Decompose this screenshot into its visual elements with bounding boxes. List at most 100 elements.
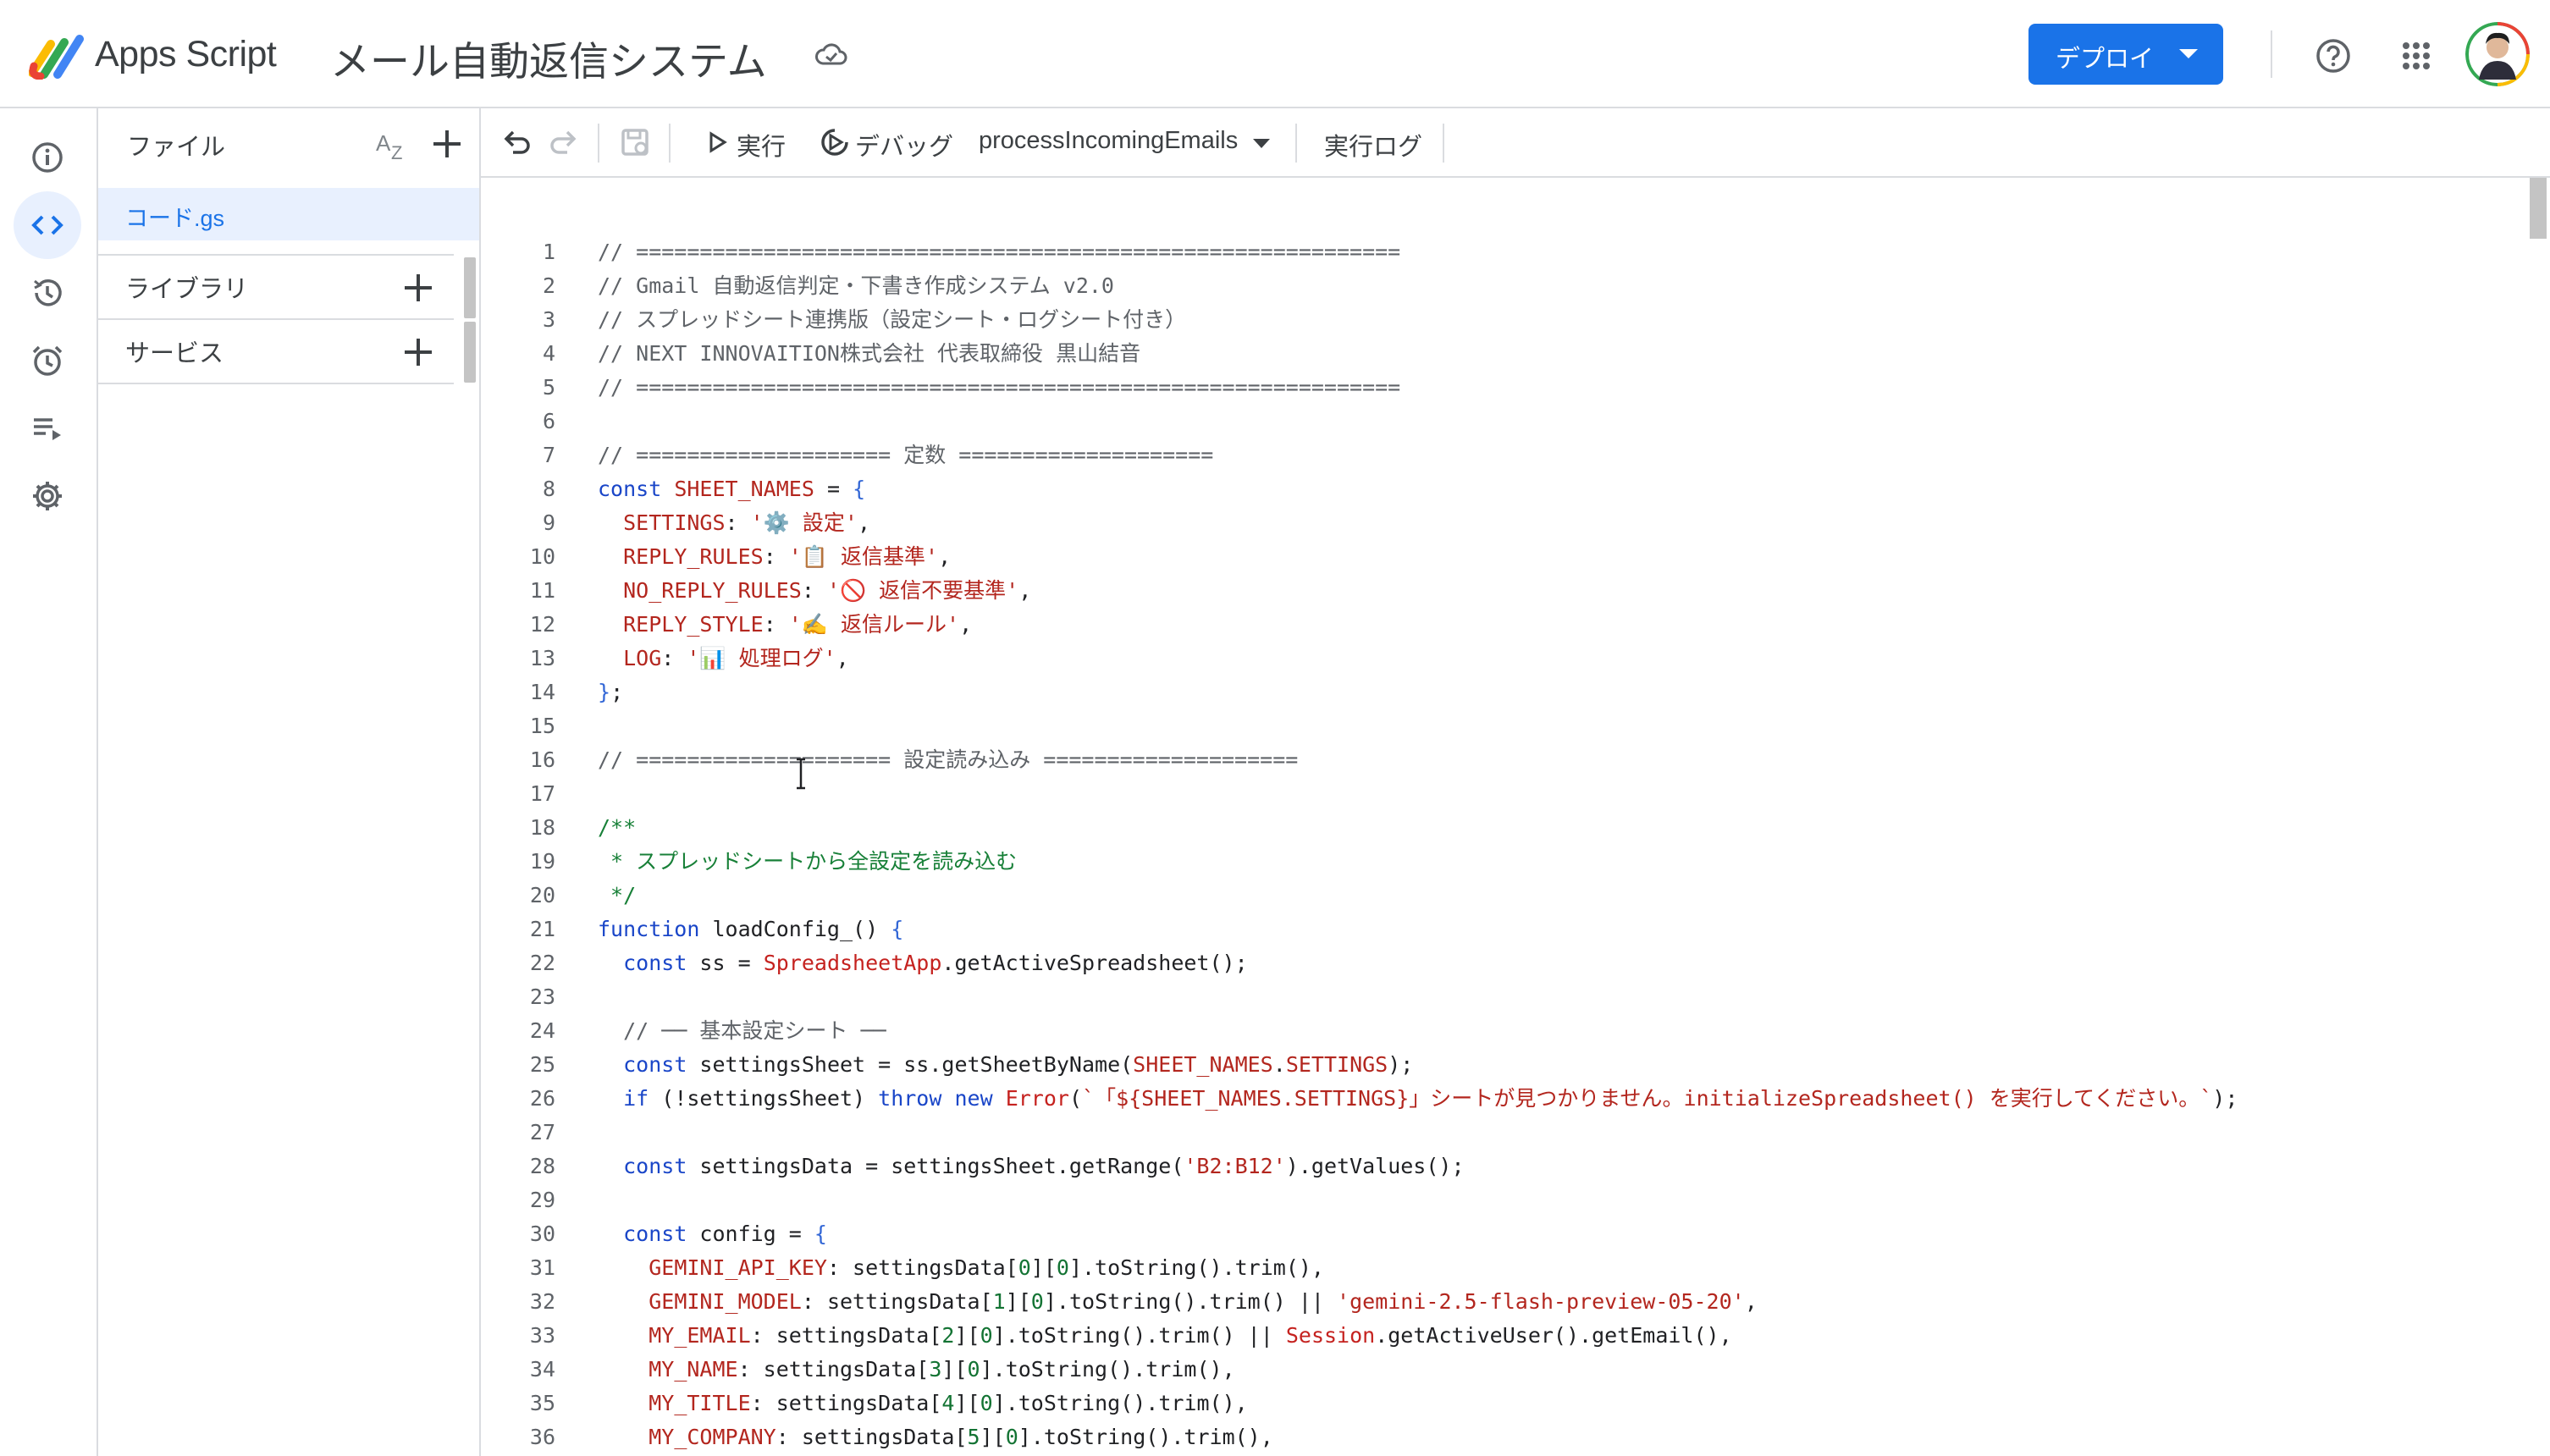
code-line[interactable]: 14}; [481,676,623,709]
code-text[interactable]: const settingsSheet = ss.getSheetByName(… [598,1048,1413,1082]
code-line[interactable]: 2 // Gmail 自動返信判定・下書き作成システム v2.0 [481,269,1114,303]
code-line[interactable]: 1 // ====================================… [481,235,1400,269]
debug-button[interactable]: デバッグ [855,127,953,163]
deploy-button[interactable]: デプロイ [2028,24,2223,85]
services-scrollbar[interactable] [464,322,476,383]
code-text[interactable]: if (!settingsSheet) throw new Error(`「${… [598,1082,2238,1116]
file-item-code-gs[interactable]: コード.gs [98,188,479,240]
project-history-button[interactable] [14,259,81,327]
run-icon[interactable] [704,125,731,159]
avatar[interactable] [2465,22,2530,86]
app-name[interactable]: Apps Script [95,34,277,75]
code-text[interactable]: GEMINI_MODEL: settingsData[1][0].toStrin… [598,1285,1758,1319]
code-text[interactable]: // NEXT INNOVAITION株式会社 代表取締役 黒山結音 [598,337,1140,371]
add-file-icon[interactable] [428,125,466,163]
code-line[interactable]: 29 [481,1183,555,1217]
code-text[interactable]: MY_NAME: settingsData[3][0].toString().t… [598,1353,1234,1387]
code-text[interactable]: // =====================================… [598,371,1400,405]
code-text[interactable]: GEMINI_API_KEY: settingsData[0][0].toStr… [598,1251,1324,1285]
debug-icon[interactable] [818,125,852,159]
help-icon[interactable] [2315,37,2352,74]
code-line[interactable]: 12 REPLY_STYLE: '✍️ 返信ルール', [481,608,972,642]
code-line[interactable]: 10 REPLY_RULES: '📋 返信基準', [481,540,951,574]
editor-scrollbar[interactable] [2530,178,2547,239]
code-text[interactable]: // ==================== 設定読み込み =========… [598,743,1298,777]
add-service-icon[interactable] [401,335,435,369]
code-line[interactable]: 25 const settingsSheet = ss.getSheetByNa… [481,1048,1413,1082]
code-text[interactable]: // =====================================… [598,235,1400,269]
chevron-down-icon[interactable] [1253,139,1270,148]
code-text[interactable]: // ── 基本設定シート ── [598,1014,886,1048]
code-text[interactable]: /** [598,811,636,845]
services-label[interactable]: サービス [125,334,224,369]
code-text[interactable]: MY_COMPANY: settingsData[5][0].toString(… [598,1420,1273,1454]
overview-button[interactable] [14,124,81,191]
code-lines[interactable]: 1 // ====================================… [481,235,2238,1456]
code-line[interactable]: 3 // スプレッドシート連携版（設定シート・ログシート付き） [481,303,1186,337]
code-text[interactable]: LOG: '📊 処理ログ', [598,642,849,676]
run-button[interactable]: 実行 [737,127,786,163]
code-line[interactable]: 30 const config = { [481,1217,827,1251]
code-line[interactable]: 6 [481,405,555,438]
project-title[interactable]: メール自動返信システム [330,29,767,87]
code-text[interactable]: NO_REPLY_RULES: '🚫 返信不要基準', [598,574,1031,608]
code-line[interactable]: 5 // ====================================… [481,371,1400,405]
code-line[interactable]: 21 function loadConfig_() { [481,913,903,946]
libraries-label[interactable]: ライブラリ [125,269,248,305]
code-line[interactable]: 35 MY_TITLE: settingsData[4][0].toString… [481,1387,1248,1420]
code-text[interactable]: * スプレッドシートから全設定を読み込む [598,845,1017,879]
code-line[interactable]: 33 MY_EMAIL: settingsData[2][0].toString… [481,1319,1732,1353]
code-text[interactable]: const SHEET_NAMES = { [598,472,865,506]
code-line[interactable]: 9 SETTINGS: '⚙️ 設定', [481,506,870,540]
code-line[interactable]: 22 const ss = SpreadsheetApp.getActiveSp… [481,946,1248,980]
code-line[interactable]: 11 NO_REPLY_RULES: '🚫 返信不要基準', [481,574,1031,608]
triggers-button[interactable] [14,327,81,394]
code-line[interactable]: 24 // ── 基本設定シート ── [481,1014,886,1048]
undo-icon[interactable] [500,125,533,159]
code-line[interactable]: 20 */ [481,879,636,913]
save-icon[interactable] [618,125,652,159]
code-text[interactable]: const settingsData = settingsSheet.getRa… [598,1150,1464,1183]
code-text[interactable]: REPLY_RULES: '📋 返信基準', [598,540,951,574]
redo-icon[interactable] [547,125,581,159]
code-line[interactable]: 7 // ==================== 定数 ============… [481,438,1213,472]
code-text[interactable]: */ [598,879,636,913]
code-line[interactable]: 18 /** [481,811,636,845]
project-settings-button[interactable] [14,462,81,530]
sort-az-icon[interactable]: A Z [374,127,411,161]
code-line[interactable]: 4 // NEXT INNOVAITION株式会社 代表取締役 黒山結音 [481,337,1140,371]
editor-button[interactable] [14,191,81,259]
code-text[interactable]: SETTINGS: '⚙️ 設定', [598,506,870,540]
code-line[interactable]: 31 GEMINI_API_KEY: settingsData[0][0].to… [481,1251,1324,1285]
code-editor[interactable]: 1 // ====================================… [481,178,2550,1456]
code-line[interactable]: 17 [481,777,555,811]
code-line[interactable]: 26 if (!settingsSheet) throw new Error(`… [481,1082,2238,1116]
code-text[interactable]: // ==================== 定数 =============… [598,438,1213,472]
code-text[interactable]: // スプレッドシート連携版（設定シート・ログシート付き） [598,303,1186,337]
code-text[interactable]: // Gmail 自動返信判定・下書き作成システム v2.0 [598,269,1114,303]
apps-script-logo[interactable] [29,32,88,80]
libraries-scrollbar[interactable] [464,257,476,318]
code-line[interactable]: 36 MY_COMPANY: settingsData[5][0].toStri… [481,1420,1273,1454]
code-line[interactable]: 16 // ==================== 設定読み込み =======… [481,743,1298,777]
function-select[interactable]: processIncomingEmails [979,127,1238,155]
code-text[interactable]: REPLY_STYLE: '✍️ 返信ルール', [598,608,972,642]
code-line[interactable]: 34 MY_NAME: settingsData[3][0].toString(… [481,1353,1235,1387]
code-line[interactable]: 19 * スプレッドシートから全設定を読み込む [481,845,1017,879]
add-library-icon[interactable] [401,271,435,305]
code-line[interactable]: 28 const settingsData = settingsSheet.ge… [481,1150,1465,1183]
code-text[interactable]: MY_TITLE: settingsData[4][0].toString().… [598,1387,1247,1420]
executions-button[interactable] [14,394,81,462]
code-line[interactable]: 32 GEMINI_MODEL: settingsData[1][0].toSt… [481,1285,1758,1319]
code-line[interactable]: 13 LOG: '📊 処理ログ', [481,642,849,676]
code-line[interactable]: 15 [481,709,555,743]
code-text[interactable]: }; [598,676,623,709]
code-text[interactable]: const config = { [598,1217,827,1251]
code-text[interactable]: MY_EMAIL: settingsData[2][0].toString().… [598,1319,1731,1353]
code-text[interactable]: const ss = SpreadsheetApp.getActiveSprea… [598,946,1248,980]
code-line[interactable]: 27 [481,1116,555,1150]
code-line[interactable]: 8 const SHEET_NAMES = { [481,472,865,506]
code-line[interactable]: 23 [481,980,555,1014]
execution-log-button[interactable]: 実行ログ [1324,127,1422,163]
code-text[interactable]: function loadConfig_() { [598,913,903,946]
